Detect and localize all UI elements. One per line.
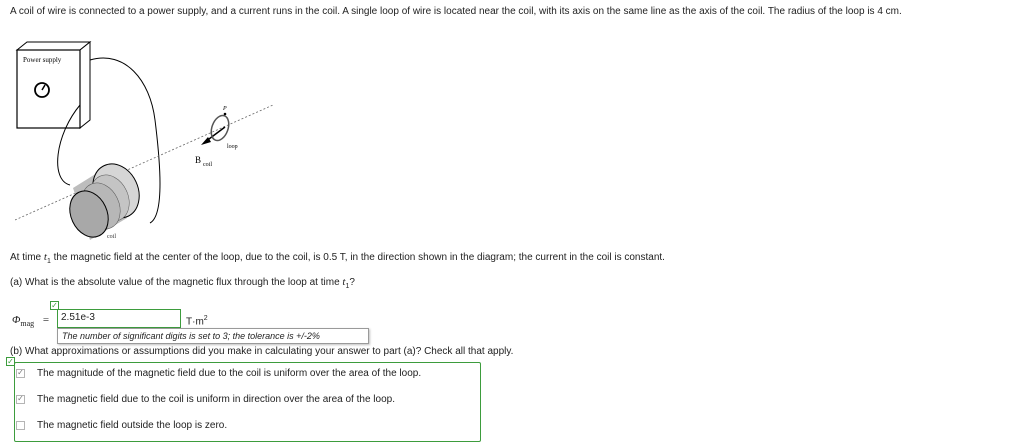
coil-label: coil — [107, 234, 116, 240]
checkbox-checked-icon[interactable]: ✓ — [16, 368, 25, 378]
option-label: The magnetic field due to the coil is un… — [37, 393, 395, 405]
coil-loop-diagram: Power supply coil B coil P loop — [14, 40, 275, 245]
p-label: P — [222, 106, 227, 112]
checkbox-unchecked-icon[interactable] — [16, 420, 25, 430]
flux-symbol: Φmag = — [12, 314, 50, 328]
flux-unit: T·m2 — [186, 315, 208, 328]
b-coil-sub: coil — [203, 162, 212, 168]
power-supply-label: Power supply — [23, 56, 62, 64]
power-supply: Power supply — [15, 40, 92, 130]
checkbox-checked-icon[interactable]: ✓ — [16, 394, 25, 404]
option-field-outside-zero[interactable]: The magnetic field outside the loop is z… — [16, 418, 227, 432]
coil: coil — [69, 163, 140, 240]
loop-label: loop — [227, 144, 238, 150]
tolerance-tooltip: The number of significant digits is set … — [57, 328, 369, 344]
point-p — [223, 112, 227, 116]
option-uniform-magnitude[interactable]: ✓ The magnitude of the magnetic field du… — [16, 366, 421, 380]
option-uniform-direction[interactable]: ✓ The magnetic field due to the coil is … — [16, 392, 395, 406]
option-label: The magnitude of the magnetic field due … — [37, 367, 422, 379]
b-coil-label: B — [195, 155, 201, 165]
part-a-question: (a) What is the absolute value of the ma… — [10, 276, 355, 290]
option-label: The magnetic field outside the loop is z… — [37, 419, 228, 431]
part-b-question: (b) What approximations or assumptions d… — [10, 346, 514, 357]
problem-intro: A coil of wire is connected to a power s… — [10, 6, 902, 17]
problem-statement: At time t1 the magnetic field at the cen… — [10, 251, 665, 265]
flux-answer-value: 2.51e-3 — [61, 312, 95, 323]
wire-loop — [210, 114, 230, 142]
flux-answer-input[interactable]: 2.51e-3 — [57, 309, 181, 328]
